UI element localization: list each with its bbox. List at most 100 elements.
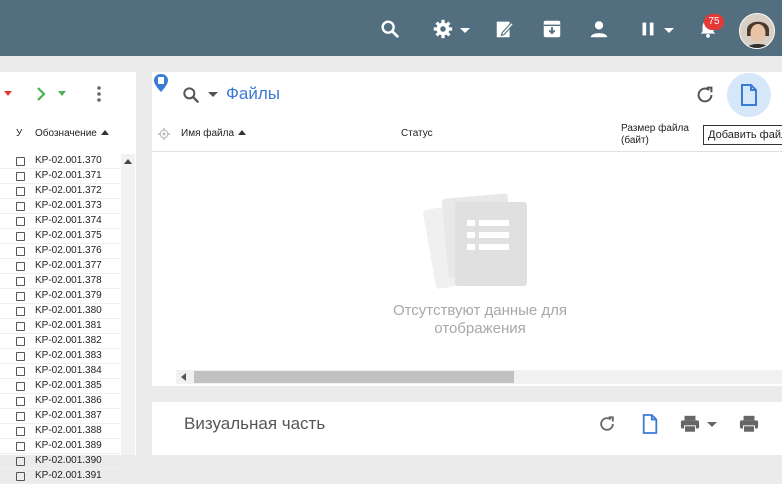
list-item[interactable]: KP-02.001.370 — [0, 154, 120, 169]
row-checkbox[interactable] — [16, 262, 25, 271]
user-icon[interactable] — [588, 18, 610, 40]
empty-line1: Отсутствуют данные для — [392, 302, 568, 319]
empty-data-icon — [423, 193, 527, 289]
list-item[interactable]: KP-02.001.372 — [0, 184, 120, 199]
row-checkbox[interactable] — [16, 172, 25, 181]
row-checkbox[interactable] — [16, 352, 25, 361]
row-checkbox[interactable] — [16, 337, 25, 346]
row-checkbox[interactable] — [16, 217, 25, 226]
row-checkbox[interactable] — [16, 292, 25, 301]
list-item[interactable]: KP-02.001.389 — [0, 439, 120, 454]
list-item[interactable]: KP-02.001.377 — [0, 259, 120, 274]
column-header-name[interactable]: Имя файла — [181, 128, 247, 139]
add-file-button[interactable] — [727, 73, 771, 117]
row-checkbox[interactable] — [16, 382, 25, 391]
row-checkbox[interactable] — [16, 322, 25, 331]
empty-state-message: Отсутствуют данные для отображения — [370, 302, 590, 338]
row-checkbox[interactable] — [16, 442, 25, 451]
vertical-scrollbar[interactable] — [121, 154, 135, 455]
print-icon[interactable] — [679, 414, 701, 434]
list-item[interactable]: KP-02.001.381 — [0, 319, 120, 334]
list-item[interactable]: KP-02.001.375 — [0, 229, 120, 244]
list-item[interactable]: KP-02.001.391 — [0, 469, 120, 484]
list-item[interactable]: KP-02.001.379 — [0, 289, 120, 304]
horizontal-scrollbar[interactable] — [176, 370, 782, 384]
row-code: KP-02.001.377 — [35, 260, 102, 271]
row-code: KP-02.001.371 — [35, 170, 102, 181]
column-header-status[interactable]: Статус — [401, 128, 433, 139]
list-item[interactable]: KP-02.001.383 — [0, 349, 120, 364]
list-item[interactable]: KP-02.001.385 — [0, 379, 120, 394]
column-header-code[interactable]: Обозначение — [35, 128, 109, 139]
row-checkbox[interactable] — [16, 412, 25, 421]
row-code: KP-02.001.391 — [35, 470, 102, 481]
chevron-down-icon[interactable] — [4, 91, 12, 96]
chevron-down-icon[interactable] — [664, 28, 674, 33]
empty-line2: отображения — [434, 320, 526, 337]
more-vertical-icon[interactable] — [96, 85, 102, 103]
list-item[interactable]: KP-02.001.378 — [0, 274, 120, 289]
list-item[interactable]: KP-02.001.387 — [0, 409, 120, 424]
section-title: Визуальная часть — [184, 414, 326, 433]
list-item[interactable]: KP-02.001.390 — [0, 454, 120, 469]
chevron-right-icon[interactable] — [36, 87, 46, 101]
scroll-left-icon[interactable] — [181, 373, 186, 381]
pause-icon[interactable] — [637, 18, 659, 40]
gear-icon[interactable] — [432, 18, 454, 40]
notification-badge: 75 — [704, 14, 724, 30]
search-icon[interactable] — [181, 85, 201, 105]
row-code: KP-02.001.386 — [35, 395, 102, 406]
file-icon — [741, 84, 757, 106]
row-checkbox[interactable] — [16, 397, 25, 406]
column-header-u[interactable]: У — [16, 128, 22, 139]
row-checkbox[interactable] — [16, 367, 25, 376]
archive-icon[interactable] — [541, 18, 563, 40]
chevron-down-icon[interactable] — [707, 422, 717, 427]
code-list: KP-02.001.370 KP-02.001.371 KP-02.001.372 K… — [0, 154, 120, 484]
row-checkbox[interactable] — [16, 277, 25, 286]
row-code: KP-02.001.374 — [35, 215, 102, 226]
column-header-size[interactable]: Размер файла (байт) — [621, 123, 689, 147]
scroll-up-icon[interactable] — [124, 159, 132, 164]
column-header-size-line2: (байт) — [621, 135, 649, 146]
row-checkbox[interactable] — [16, 307, 25, 316]
row-checkbox[interactable] — [16, 187, 25, 196]
list-item[interactable]: KP-02.001.384 — [0, 364, 120, 379]
list-item[interactable]: KP-02.001.388 — [0, 424, 120, 439]
avatar[interactable] — [739, 13, 775, 49]
row-code: KP-02.001.378 — [35, 275, 102, 286]
file-icon[interactable] — [641, 413, 659, 435]
list-item[interactable]: KP-02.001.371 — [0, 169, 120, 184]
row-checkbox[interactable] — [16, 457, 25, 466]
row-checkbox[interactable] — [16, 202, 25, 211]
pin-icon[interactable] — [150, 72, 172, 96]
list-item[interactable]: KP-02.001.376 — [0, 244, 120, 259]
scrollbar-thumb[interactable] — [194, 371, 514, 383]
refresh-icon[interactable] — [597, 414, 617, 434]
row-code: KP-02.001.373 — [35, 200, 102, 211]
chevron-down-icon[interactable] — [208, 92, 218, 97]
row-code: KP-02.001.379 — [35, 290, 102, 301]
row-checkbox[interactable] — [16, 472, 25, 481]
row-checkbox[interactable] — [16, 427, 25, 436]
list-item[interactable]: KP-02.001.380 — [0, 304, 120, 319]
search-icon[interactable] — [379, 18, 401, 40]
list-item[interactable]: KP-02.001.386 — [0, 394, 120, 409]
edit-icon[interactable] — [494, 18, 516, 40]
chevron-down-icon[interactable] — [460, 28, 470, 33]
row-checkbox[interactable] — [16, 247, 25, 256]
row-code: KP-02.001.385 — [35, 380, 102, 391]
list-item[interactable]: KP-02.001.374 — [0, 214, 120, 229]
list-item[interactable]: KP-02.001.382 — [0, 334, 120, 349]
row-code: KP-02.001.387 — [35, 410, 102, 421]
left-toolbar — [0, 72, 136, 117]
list-item[interactable]: KP-02.001.373 — [0, 199, 120, 214]
row-checkbox[interactable] — [16, 157, 25, 166]
gear-icon[interactable] — [157, 127, 171, 141]
chevron-down-icon[interactable] — [58, 91, 66, 96]
refresh-icon[interactable] — [694, 84, 716, 106]
row-code: KP-02.001.382 — [35, 335, 102, 346]
page-title: Файлы — [226, 84, 281, 103]
row-checkbox[interactable] — [16, 232, 25, 241]
print-icon[interactable] — [738, 414, 760, 434]
